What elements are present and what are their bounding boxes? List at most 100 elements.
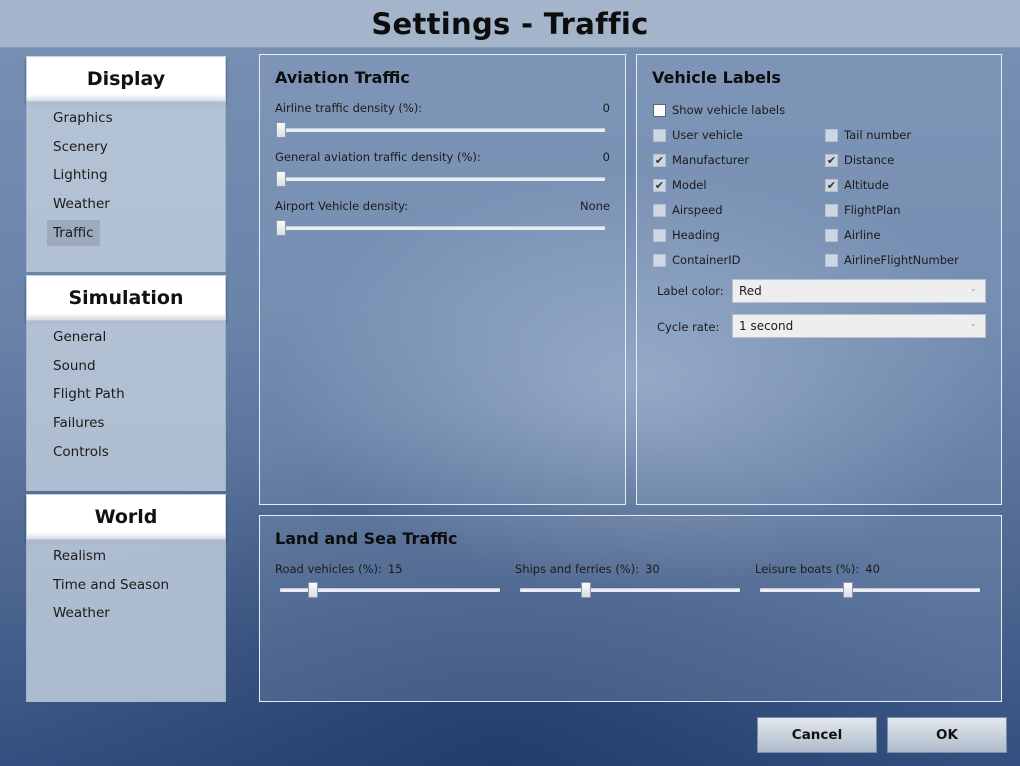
vehicle-labels-title: Vehicle Labels xyxy=(652,68,781,87)
ships-and-ferries-value: 30 xyxy=(645,562,660,576)
sidebar-item-realism[interactable]: Realism xyxy=(47,543,112,569)
checkbox-box[interactable] xyxy=(653,253,666,267)
checkbox-airspeed[interactable]: Airspeed xyxy=(653,202,723,218)
checkbox-box[interactable] xyxy=(825,203,838,217)
checkbox-flight-plan[interactable]: FlightPlan xyxy=(825,202,901,218)
land-sea-traffic-title: Land and Sea Traffic xyxy=(275,529,458,548)
aviation-traffic-panel: Aviation Traffic Airline traffic density… xyxy=(259,54,626,505)
sidebar-header-simulation: Simulation xyxy=(26,275,226,321)
road-vehicles-slider-thumb[interactable] xyxy=(308,582,318,598)
land-sea-traffic-panel: Land and Sea Traffic Road vehicles (%): 1… xyxy=(259,515,1002,702)
sidebar-item-traffic[interactable]: Traffic xyxy=(47,219,100,246)
checkbox-box[interactable] xyxy=(653,203,666,217)
sidebar-item-weather[interactable]: Weather xyxy=(47,600,116,626)
airline-traffic-density-slider-track[interactable] xyxy=(278,128,605,132)
sidebar-item-general[interactable]: General xyxy=(47,324,112,350)
chevron-down-icon: ⌄ xyxy=(969,284,977,294)
ok-button[interactable]: OK xyxy=(887,717,1007,753)
checkbox-altitude[interactable]: ✔ Altitude xyxy=(825,177,889,193)
vehicle-labels-panel: Vehicle Labels Show vehicle labels User … xyxy=(636,54,1002,505)
checkbox-box[interactable] xyxy=(653,228,666,242)
checkbox-label: Altitude xyxy=(844,178,889,192)
ships-and-ferries-slider-thumb[interactable] xyxy=(581,582,591,598)
check-icon: ✔ xyxy=(654,153,665,167)
checkbox-user-vehicle[interactable]: User vehicle xyxy=(653,127,743,143)
leisure-boats-slider-track[interactable] xyxy=(760,588,980,592)
checkbox-manufacturer[interactable]: ✔ Manufacturer xyxy=(653,152,749,168)
checkbox-tail-number[interactable]: Tail number xyxy=(825,127,911,143)
leisure-boats-label: Leisure boats (%): xyxy=(755,562,860,576)
cycle-rate-label: Cycle rate: xyxy=(657,320,720,334)
checkbox-heading[interactable]: Heading xyxy=(653,227,720,243)
check-icon: ✔ xyxy=(826,153,837,167)
general-aviation-traffic-density-slider-track[interactable] xyxy=(278,177,605,181)
road-vehicles-value: 15 xyxy=(387,562,403,576)
checkbox-model[interactable]: ✔ Model xyxy=(653,177,707,193)
leisure-boats-slider-thumb[interactable] xyxy=(843,582,853,598)
checkbox-container-id[interactable]: ContainerID xyxy=(653,252,740,268)
airport-vehicle-density-value: None xyxy=(579,199,610,213)
checkbox-box[interactable] xyxy=(653,128,666,142)
checkbox-label: Airspeed xyxy=(672,203,723,217)
check-icon: ✔ xyxy=(826,178,837,192)
checkbox-box[interactable] xyxy=(825,253,838,267)
cancel-button[interactable]: Cancel xyxy=(757,717,877,753)
airline-traffic-density-label: Airline traffic density (%): xyxy=(275,101,423,115)
checkbox-box[interactable]: ✔ xyxy=(825,178,838,192)
checkbox-airline[interactable]: Airline xyxy=(825,227,881,243)
ships-and-ferries-slider-track[interactable] xyxy=(520,588,740,592)
general-aviation-traffic-density-value: 0 xyxy=(602,150,610,164)
sidebar-item-weather[interactable]: Weather xyxy=(47,191,116,217)
checkbox-label: Airline xyxy=(844,228,881,242)
aviation-traffic-title: Aviation Traffic xyxy=(275,68,410,87)
checkbox-label: Heading xyxy=(672,228,720,242)
cycle-rate-value: 1 second xyxy=(739,319,794,333)
checkbox-box[interactable]: ✔ xyxy=(653,178,666,192)
checkbox-box[interactable]: ✔ xyxy=(653,153,666,167)
airport-vehicle-density-label: Airport Vehicle density: xyxy=(275,199,409,213)
leisure-boats-value: 40 xyxy=(865,562,880,576)
sidebar-item-failures[interactable]: Failures xyxy=(47,410,110,436)
sidebar-list-display: Graphics Scenery Lighting Weather Traffic xyxy=(26,101,226,272)
ships-and-ferries-label: Ships and ferries (%): xyxy=(515,562,640,576)
sidebar-item-lighting[interactable]: Lighting xyxy=(47,162,114,188)
airport-vehicle-density-slider-thumb[interactable] xyxy=(276,220,286,236)
checkbox-box[interactable]: ✔ xyxy=(825,153,838,167)
sidebar-item-time-and-season[interactable]: Time and Season xyxy=(47,572,175,598)
page-title: Settings - Traffic xyxy=(371,6,649,41)
show-vehicle-labels-checkbox[interactable]: Show vehicle labels xyxy=(653,102,785,118)
label-color-select[interactable]: Red ⌄ xyxy=(732,279,986,303)
sidebar-item-sound[interactable]: Sound xyxy=(47,353,102,379)
sidebar-item-scenery[interactable]: Scenery xyxy=(47,134,114,160)
sidebar-item-graphics[interactable]: Graphics xyxy=(47,105,119,131)
checkbox-box[interactable] xyxy=(825,228,838,242)
label-color-value: Red xyxy=(739,284,762,298)
general-aviation-traffic-density-slider-thumb[interactable] xyxy=(276,171,286,187)
sidebar-header-world: World xyxy=(26,494,226,540)
road-vehicles-label-row: Road vehicles (%): 15 xyxy=(275,562,403,576)
sidebar-list-simulation: General Sound Flight Path Failures Controls xyxy=(26,320,226,491)
checkbox-distance[interactable]: ✔ Distance xyxy=(825,152,894,168)
sidebar-list-world: Realism Time and Season Weather xyxy=(26,539,226,702)
checkbox-label: Distance xyxy=(844,153,895,167)
checkbox-airline-flight-number[interactable]: AirlineFlightNumber xyxy=(825,252,959,268)
checkbox-box[interactable] xyxy=(653,103,666,117)
airport-vehicle-density-slider-track[interactable] xyxy=(278,226,605,230)
title-bar: Settings - Traffic xyxy=(0,0,1020,48)
chevron-down-icon: ⌄ xyxy=(969,319,977,329)
label-color-label: Label color: xyxy=(657,284,724,298)
checkbox-box[interactable] xyxy=(825,128,838,142)
airline-traffic-density-slider-thumb[interactable] xyxy=(276,122,286,138)
ships-and-ferries-label-row: Ships and ferries (%): 30 xyxy=(515,562,660,576)
leisure-boats-label-row: Leisure boats (%): 40 xyxy=(755,562,880,576)
checkbox-label: Manufacturer xyxy=(672,153,750,167)
check-icon: ✔ xyxy=(654,178,665,192)
checkbox-label: FlightPlan xyxy=(844,203,901,217)
checkbox-label: ContainerID xyxy=(672,253,741,267)
airline-traffic-density-value: 0 xyxy=(602,101,610,115)
sidebar-item-flight-path[interactable]: Flight Path xyxy=(47,381,131,407)
sidebar-item-controls[interactable]: Controls xyxy=(47,439,115,465)
road-vehicles-label: Road vehicles (%): xyxy=(275,562,382,576)
checkbox-label: Model xyxy=(672,178,707,192)
cycle-rate-select[interactable]: 1 second ⌄ xyxy=(732,314,986,338)
